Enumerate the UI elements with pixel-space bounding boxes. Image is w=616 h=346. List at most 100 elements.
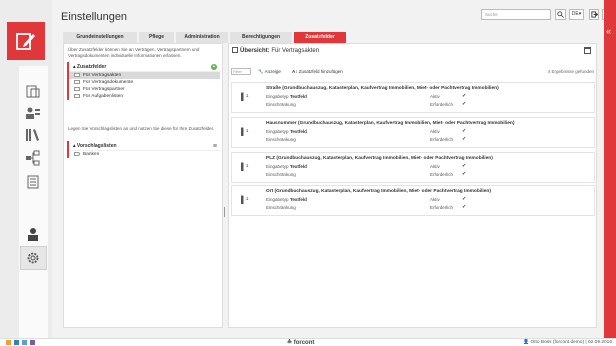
grid-icon — [232, 47, 238, 53]
anzeige-label: Anzeige — [264, 69, 281, 74]
user-nav-icon[interactable] — [25, 226, 41, 242]
language-value: DE — [571, 11, 579, 17]
check-icon: ✓ — [462, 93, 467, 99]
zusatzfelder-description: Über Zusatzfelder können Sie an Verträge… — [68, 47, 200, 58]
user-icon: 👤 — [523, 340, 530, 345]
vorschlagslisten-description: Legen Sie Vorschlagslisten an und nutzen… — [68, 126, 215, 131]
report-nav-icon[interactable] — [25, 174, 41, 190]
field-title: PLZ (Grundbuchauszug, Katasterplan, Kauf… — [266, 156, 493, 161]
list-item[interactable]: Banken — [69, 151, 220, 158]
maximize-icon[interactable] — [584, 47, 591, 54]
brand-label: forcont — [293, 340, 315, 346]
add-icon[interactable]: + — [211, 64, 217, 70]
eingabetyp-label: Eingabetyp — [266, 94, 289, 99]
aktiv-label: Aktiv — [430, 197, 440, 202]
add-field-icon: A↕ — [292, 69, 298, 74]
search-input[interactable]: Suche — [481, 9, 551, 20]
vorschlagslisten-heading-label: Vorschlagslisten — [76, 143, 117, 149]
aktiv-label: Aktiv — [430, 129, 440, 134]
eingabetyp-value: Textfeld — [290, 164, 307, 169]
app-logo[interactable] — [7, 22, 45, 60]
page-title: Einstellungen — [61, 11, 128, 23]
search-button[interactable] — [555, 9, 566, 20]
tab-zusatzfelder[interactable]: Zusatzfelder — [294, 32, 346, 43]
tab-berechtigungen[interactable]: Berechtigungen — [230, 32, 292, 43]
field-card[interactable]: ▌¹ PLZ (Grundbuchauszug, Katasterplan, K… — [231, 152, 595, 183]
list-item[interactable]: Für Vertragsdokumente — [69, 79, 220, 86]
check-icon: ✓ — [462, 171, 467, 177]
text-field-icon: ▌¹ — [241, 94, 249, 101]
folder-icon — [74, 80, 80, 84]
check-icon: ✓ — [462, 196, 467, 202]
tab-grundeinstellungen[interactable]: Grundeinstellungen — [63, 32, 137, 43]
filter-input[interactable]: Filter — [231, 68, 251, 75]
zusatzfelder-list: ▴ Zusatzfelder + Für Vertragsakten Für V… — [67, 62, 220, 100]
add-field-label: Zusatzfeld hinzufügen — [298, 69, 343, 74]
list-item[interactable]: Für Vertragspartner — [69, 86, 220, 93]
list-item-label: Für Vertragspartner — [83, 87, 125, 92]
forcont-logo-icon: ≙ — [287, 340, 293, 346]
hierarchy-nav-icon[interactable] — [25, 150, 41, 166]
folder-icon — [74, 73, 80, 77]
overview-toolbar: Filter 🔧 Anzeige A↕ Zusatzfeld hinzufüge… — [229, 66, 598, 78]
field-card[interactable]: ▌¹ Ort (Grundbuchauszug, Katasterplan, K… — [231, 185, 595, 216]
aktiv-label: Aktiv — [430, 94, 440, 99]
einschraenkung-label: Einschränkung — [266, 102, 296, 107]
zusatzfelder-heading[interactable]: ▴ Zusatzfelder + — [69, 62, 220, 72]
contracts-nav-icon[interactable] — [25, 83, 41, 99]
anzeige-button[interactable]: 🔧 Anzeige — [258, 68, 281, 75]
field-card[interactable]: ▌¹ Straße (Grundbuchauszug, Katasterplan… — [231, 82, 595, 113]
list-item[interactable]: Für Aufgabenlisten — [69, 93, 220, 100]
overview-title-value: Für Vertragsakten — [271, 48, 320, 54]
double-chevron-left-icon[interactable]: « — [606, 26, 611, 36]
users-nav-icon[interactable] — [25, 105, 41, 121]
check-icon: ✓ — [462, 136, 467, 142]
field-title: Straße (Grundbuchauszug, Katasterplan, K… — [266, 86, 499, 91]
vorschlagslisten-list: ▴ Vorschlagslisten ≡ Banken — [67, 141, 220, 158]
user-label: Otto Boss (forcont.demo) | 02.09.2016 — [530, 340, 612, 345]
eingabetyp-label: Eingabetyp — [266, 129, 289, 134]
check-icon: ✓ — [462, 163, 467, 169]
gear-icon[interactable] — [25, 250, 41, 266]
header: Einstellungen Suche DE▾ ? — [52, 0, 616, 30]
einschraenkung-label: Einschränkung — [266, 137, 296, 142]
panel-splitter[interactable] — [224, 207, 225, 217]
overview-title: Übersicht: Für Vertragsakten — [232, 47, 319, 54]
tab-pflege[interactable]: Pflege — [139, 32, 174, 43]
list-item-label: Für Vertragsakten — [83, 73, 122, 78]
check-icon: ✓ — [462, 204, 467, 210]
logout-icon — [590, 11, 598, 18]
erforderlich-label: Erforderlich — [430, 172, 454, 177]
erforderlich-label: Erforderlich — [430, 137, 454, 142]
vorschlagslisten-heading[interactable]: ▴ Vorschlagslisten ≡ — [69, 141, 220, 151]
right-collapse-bar[interactable]: « — [604, 0, 616, 338]
footer: ≙ forcont 👤 Otto Boss (forcont.demo) | 0… — [0, 338, 616, 346]
tab-administration[interactable]: Administration — [176, 32, 228, 43]
caret-down-icon: ▴ — [73, 64, 76, 70]
field-card[interactable]: ▌¹ Hausnummer (Grundbuchauszug, Kataster… — [231, 117, 595, 148]
logout-button[interactable] — [589, 9, 599, 20]
text-field-icon: ▌¹ — [241, 197, 249, 204]
list-item-label: Für Vertragsdokumente — [83, 80, 134, 85]
xing-icon[interactable] — [30, 340, 35, 345]
overview-panel: Übersicht: Für Vertragsakten Filter 🔧 An… — [228, 43, 597, 328]
twitter-icon[interactable] — [22, 340, 27, 345]
archive-nav-icon[interactable] — [25, 127, 41, 143]
chevron-down-icon: ▾ — [578, 11, 582, 17]
facebook-icon[interactable] — [14, 340, 19, 345]
language-select[interactable]: DE▾ — [569, 9, 584, 20]
field-title: Hausnummer (Grundbuchauszug, Katasterpla… — [266, 121, 515, 126]
caret-down-icon: ▴ — [73, 143, 76, 149]
folder-icon — [74, 87, 80, 91]
list-item[interactable]: Für Vertragsakten — [69, 72, 220, 79]
add-field-button[interactable]: A↕ Zusatzfeld hinzufügen — [292, 68, 343, 75]
eingabetyp-label: Eingabetyp — [266, 164, 289, 169]
eingabetyp-label: Eingabetyp — [266, 197, 289, 202]
check-icon: ✓ — [462, 128, 467, 134]
eingabetyp-value: Textfeld — [290, 94, 307, 99]
einschraenkung-label: Einschränkung — [266, 172, 296, 177]
field-title: Ort (Grundbuchauszug, Katasterplan, Kauf… — [266, 189, 491, 194]
tag-icon — [74, 152, 80, 156]
list-item-label: Für Aufgabenlisten — [83, 94, 124, 99]
rss-icon[interactable] — [6, 340, 11, 345]
